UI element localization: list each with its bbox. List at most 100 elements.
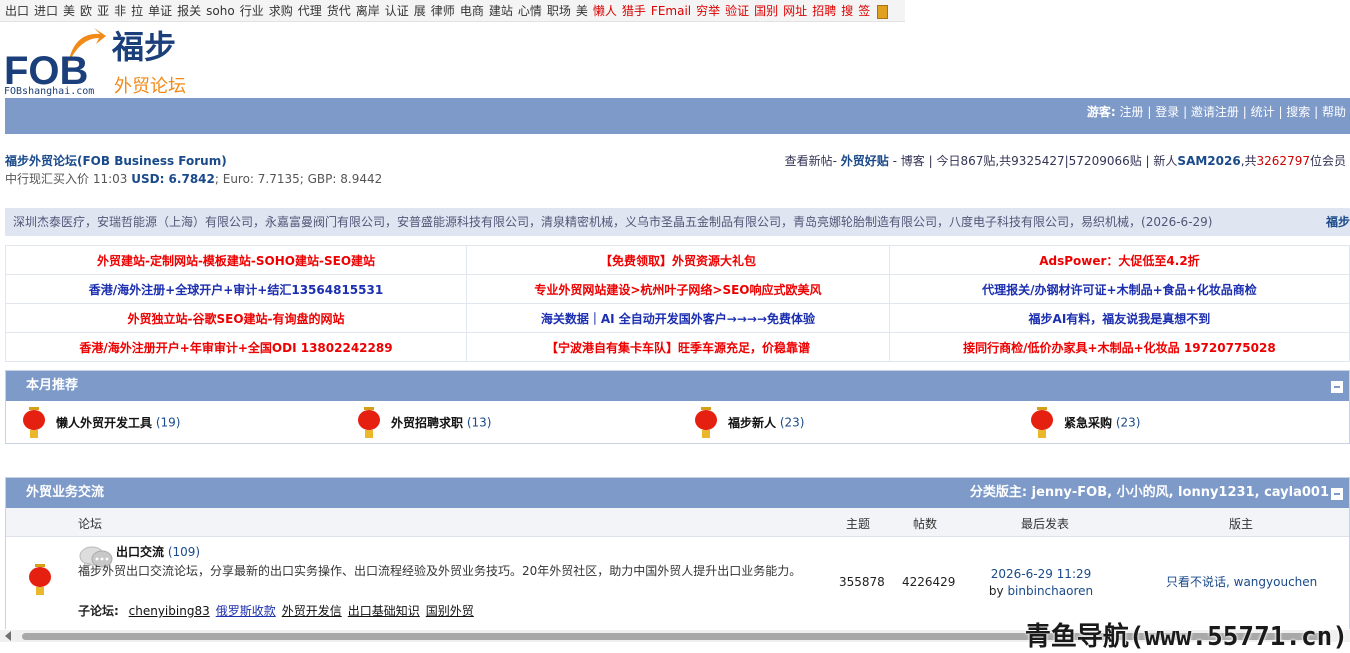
lantern-icon: [28, 564, 52, 596]
recommend-item[interactable]: 紧急采购 (23): [1030, 407, 1140, 439]
new-posts-link[interactable]: 查看新帖-: [785, 154, 837, 168]
subforum-link[interactable]: 俄罗斯收款: [216, 604, 276, 618]
fob-logo-graphic: FOB 福步 FOBshanghai.com 外贸论坛: [4, 28, 186, 97]
topnav-link-red[interactable]: 网址: [783, 4, 807, 18]
topnav-link[interactable]: 货代: [327, 4, 351, 18]
ad-link[interactable]: 【宁波港自有集卡车队】旺季车源充足，价稳靠谱: [466, 332, 890, 362]
userbar-link[interactable]: 帮助: [1322, 105, 1346, 119]
ticker-more[interactable]: 福步: [1326, 208, 1350, 236]
recommend-title[interactable]: 紧急采购: [1064, 416, 1112, 430]
topnav-link[interactable]: 出口: [5, 4, 29, 18]
topnav-link[interactable]: 美: [576, 4, 588, 18]
subforum-link[interactable]: 国别外贸: [426, 604, 474, 618]
scroll-left-icon[interactable]: [5, 631, 11, 641]
topnav-link[interactable]: 单证: [148, 4, 172, 18]
topnav-link-red[interactable]: 搜: [841, 4, 853, 18]
topnav-link-red[interactable]: 招聘: [812, 4, 836, 18]
recommend-count: (23): [1115, 415, 1141, 430]
topnav-link[interactable]: 行业: [240, 4, 264, 18]
col-moderator: 版主: [1229, 517, 1254, 531]
separator: |: [1274, 105, 1287, 119]
calculator-icon[interactable]: [877, 4, 889, 19]
recommend-title[interactable]: 外贸招聘求职: [391, 416, 463, 430]
site-logo[interactable]: FOB 福步 FOBshanghai.com 外贸论坛: [4, 24, 204, 97]
topnav-link[interactable]: 认证: [385, 4, 409, 18]
ad-link[interactable]: 外贸独立站-谷歌SEO建站-有询盘的网站: [4, 303, 468, 333]
ad-link[interactable]: AdsPower：大促低至4.2折: [888, 245, 1350, 275]
ad-row: 香港/海外注册+全球开户+审计+结汇13564815531 专业外贸网站建设>杭州…: [4, 274, 1350, 304]
forum-title-line: 出口交流 (109): [116, 543, 200, 560]
topnav-link-red[interactable]: 猎手: [622, 4, 646, 18]
topnav-link[interactable]: soho: [206, 4, 235, 18]
company-ticker[interactable]: 深圳杰泰医疗，安瑞哲能源（上海）有限公司，永嘉富曼阀门有限公司，安普盛能源科技有…: [5, 208, 1350, 236]
subforum-link[interactable]: chenyibing83: [129, 604, 210, 618]
forum-description: 福步外贸出口交流论坛，分享最新的出口实务操作、出口流程经验及外贸业务技巧。20年…: [78, 564, 802, 578]
topnav-link[interactable]: 建站: [489, 4, 513, 18]
topnav-link[interactable]: 心情: [518, 4, 542, 18]
forum-link[interactable]: 出口交流: [116, 545, 164, 559]
ad-link[interactable]: 海关数据｜AI 全自动开发国外客户→→→→免费体验: [466, 303, 890, 333]
ad-link[interactable]: 专业外贸网站建设>杭州叶子网络>SEO响应式欧美风: [466, 274, 890, 304]
ad-link[interactable]: 香港/海外注册开户+年审审计+全国ODI 13802242289: [4, 332, 468, 362]
ad-link[interactable]: 接同行商检/低价办家具+木制品+化妆品 19720775028: [888, 332, 1350, 362]
topnav-link[interactable]: 离岸: [356, 4, 380, 18]
topnav-link[interactable]: 展: [414, 4, 426, 18]
topnav-link-red[interactable]: 懒人: [593, 4, 617, 18]
column-header: 论坛 主题 帖数 最后发表 版主: [6, 508, 1349, 537]
recommend-title[interactable]: 懒人外贸开发工具: [56, 416, 152, 430]
ticker-text: 深圳杰泰医疗，安瑞哲能源（上海）有限公司，永嘉富曼阀门有限公司，安普盛能源科技有…: [13, 215, 1213, 229]
userbar-link[interactable]: 邀请注册: [1191, 105, 1239, 119]
topnav-link-red[interactable]: 国别: [754, 4, 778, 18]
recommend-title[interactable]: 福步新人: [728, 416, 776, 430]
userbar-link[interactable]: 统计: [1251, 105, 1275, 119]
subforum-link[interactable]: 外贸开发信: [282, 604, 342, 618]
last-post-time[interactable]: 2026-6-29 11:29: [966, 566, 1116, 583]
recommend-item[interactable]: 外贸招聘求职 (13): [357, 407, 491, 439]
topnav-link[interactable]: 律师: [431, 4, 455, 18]
topnav-link[interactable]: 进口: [34, 4, 58, 18]
topnav-link[interactable]: 亚: [97, 4, 109, 18]
recommend-item[interactable]: 福步新人 (23): [694, 407, 804, 439]
forum-stats: 查看新帖- 外贸好贴 - 博客 | 今日867贴,共9325427|572090…: [784, 154, 1346, 168]
last-post: 2026-6-29 11:29 by binbinchaoren: [966, 566, 1116, 600]
topnav-link[interactable]: 拉: [131, 4, 143, 18]
forum-count: (109): [167, 545, 201, 559]
ad-link[interactable]: 福步AI有料，福友说我是真想不到: [888, 303, 1350, 333]
topnav-link-red[interactable]: 签: [858, 4, 870, 18]
newest-member-link[interactable]: SAM2026: [1177, 154, 1240, 168]
collapse-icon[interactable]: [1331, 381, 1343, 393]
section-title[interactable]: 外贸业务交流: [26, 485, 104, 500]
post-count: 4226429: [902, 575, 956, 589]
userbar-link[interactable]: 搜索: [1286, 105, 1310, 119]
ad-link[interactable]: 【免费领取】外贸资源大礼包: [466, 245, 890, 275]
svg-text:FOBshanghai.com: FOBshanghai.com: [4, 86, 94, 96]
userbar-link[interactable]: 登录: [1155, 105, 1179, 119]
topnav-link-red[interactable]: 验证: [725, 4, 749, 18]
last-post-author[interactable]: binbinchaoren: [1007, 584, 1093, 598]
recommend-item[interactable]: 懒人外贸开发工具 (19): [22, 407, 180, 439]
ad-link[interactable]: 外贸建站-定制网站-模板建站-SOHO建站-SEO建站: [4, 245, 468, 275]
topnav-link[interactable]: 代理: [298, 4, 322, 18]
watermark: 青鱼导航(www.55771.cn): [1024, 622, 1348, 652]
topnav-link[interactable]: 美: [63, 4, 75, 18]
forum-name[interactable]: 福步外贸论坛(FOB Business Forum): [5, 152, 382, 170]
subforum-list: 子论坛: chenyibing83 俄罗斯收款 外贸开发信 出口基础知识 国别外贸: [78, 602, 474, 619]
svg-text:福步: 福步: [111, 28, 176, 66]
subforum-link[interactable]: 出口基础知识: [348, 604, 420, 618]
topnav-link[interactable]: 报关: [177, 4, 201, 18]
topnav-link-red[interactable]: 穷举: [696, 4, 720, 18]
userbar-link[interactable]: 注册: [1120, 105, 1144, 119]
moderator-list[interactable]: 只看不说话, wangyouchen: [1166, 573, 1317, 590]
ad-link[interactable]: 代理报关/办钢材许可证+木制品+食品+化妆品商检: [888, 274, 1350, 304]
collapse-icon[interactable]: [1331, 488, 1343, 500]
recommend-count: (13): [466, 415, 492, 430]
topnav-link[interactable]: 非: [114, 4, 126, 18]
topnav-link[interactable]: 职场: [547, 4, 571, 18]
topnav-link[interactable]: 电商: [460, 4, 484, 18]
separator: |: [1179, 105, 1191, 119]
hot-posts-link[interactable]: 外贸好贴: [841, 154, 889, 168]
topnav-link-red[interactable]: FEmail: [651, 4, 691, 18]
topnav-link[interactable]: 求购: [269, 4, 293, 18]
ad-link[interactable]: 香港/海外注册+全球开户+审计+结汇13564815531: [4, 274, 468, 304]
topnav-link[interactable]: 欧: [80, 4, 92, 18]
